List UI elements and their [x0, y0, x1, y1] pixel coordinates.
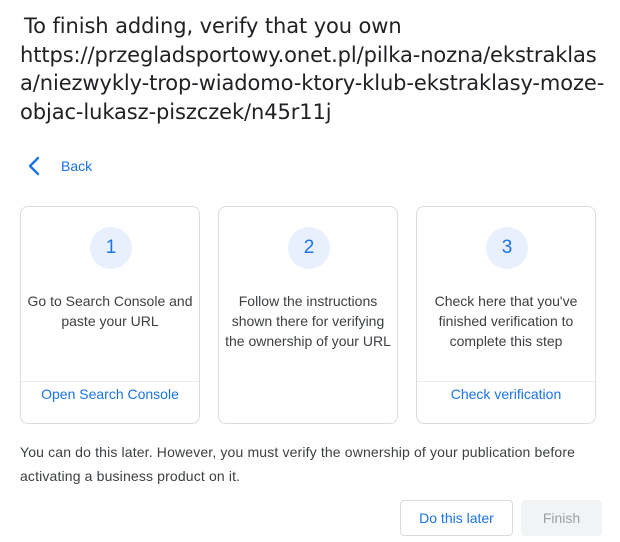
- step-card-2: 2 Follow the instructions shown there fo…: [218, 206, 398, 424]
- check-verification-link[interactable]: Check verification: [417, 386, 595, 402]
- step-card-3: 3 Check here that you've finished verifi…: [416, 206, 596, 424]
- finish-button: Finish: [521, 500, 602, 536]
- back-link[interactable]: Back: [20, 152, 92, 180]
- chevron-left-icon: [28, 156, 40, 176]
- step-number-badge: 3: [486, 227, 528, 269]
- page-title-lead: To finish adding, verify that you own: [24, 14, 402, 38]
- dialog-footer: Do this later Finish: [400, 500, 602, 536]
- step-number-badge: 1: [90, 227, 132, 269]
- back-link-label: Back: [61, 158, 93, 174]
- step-number-badge: 2: [288, 227, 330, 269]
- step-description: Follow the instructions shown there for …: [225, 293, 391, 349]
- do-this-later-button[interactable]: Do this later: [400, 500, 513, 536]
- verification-note: You can do this later. However, you must…: [20, 444, 576, 484]
- open-search-console-link[interactable]: Open Search Console: [21, 386, 199, 402]
- card-divider: [417, 381, 595, 382]
- step-card-1: 1 Go to Search Console and paste your UR…: [20, 206, 200, 424]
- page-title: To finish adding, verify that you own ht…: [20, 12, 610, 126]
- card-divider: [21, 381, 199, 382]
- step-description: Check here that you've finished verifica…: [434, 293, 578, 349]
- step-description: Go to Search Console and paste your URL: [27, 293, 193, 329]
- page-title-url: https://przegladsportowy.onet.pl/pilka-n…: [20, 42, 605, 124]
- verification-steps: 1 Go to Search Console and paste your UR…: [20, 206, 596, 424]
